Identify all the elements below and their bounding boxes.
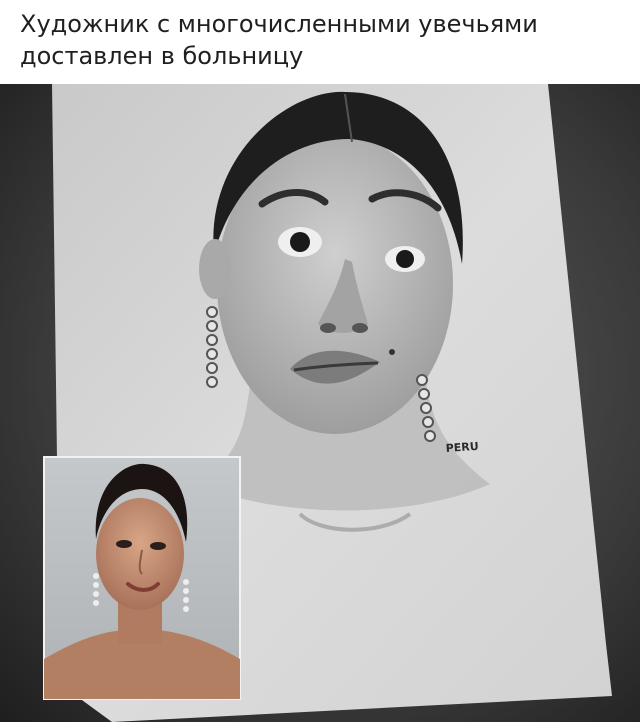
photo-illustration: PERU	[0, 84, 640, 722]
left-nostril	[320, 323, 336, 333]
caption-line-2: доставлен в больницу	[20, 42, 304, 70]
caption-area: Художник с многочисленными увечьями дост…	[0, 0, 640, 84]
reference-left-eye	[116, 540, 132, 548]
photo: PERU	[0, 84, 640, 722]
caption-text: Художник с многочисленными увечьями дост…	[0, 0, 640, 72]
right-pupil	[396, 250, 414, 268]
mole	[389, 349, 395, 355]
meme-post: Художник с многочисленными увечьями дост…	[0, 0, 640, 722]
reference-photo	[43, 456, 241, 700]
artist-signature: PERU	[445, 440, 479, 455]
right-nostril	[352, 323, 368, 333]
reference-right-eye	[150, 542, 166, 550]
caption-line-1: Художник с многочисленными увечьями	[20, 10, 538, 38]
reference-face	[96, 498, 184, 610]
pencil-portrait: PERU	[199, 91, 490, 532]
drawn-ear	[199, 239, 231, 299]
left-pupil	[290, 232, 310, 252]
